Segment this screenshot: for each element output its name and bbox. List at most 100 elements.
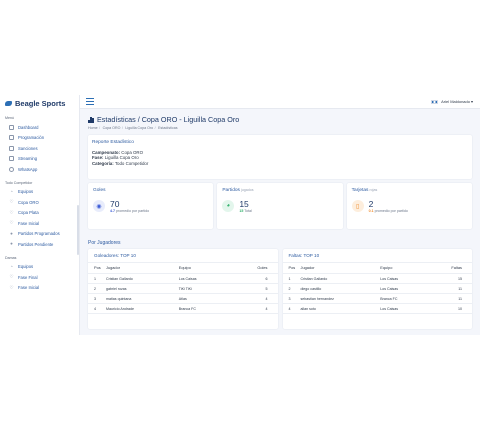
sidebar-section-label: Menú [5,116,14,120]
sidebar-item-label: Equipos [18,264,34,270]
topbar: Ariel Maldonado ▾ [80,95,480,109]
soccer-ball-icon: ◉ [93,200,105,212]
table-cell: diego castillo [300,283,381,294]
breadcrumb-copa-oro[interactable]: Copa ORO [103,126,121,130]
table-header-row: Pos Jugador Equipo Goles [88,262,278,274]
table-cell: 2 [88,283,106,294]
sidebar-item[interactable]: ◔ Equipos [0,262,79,273]
stat-subtext: 15 Total [239,208,252,213]
breadcrumb-home[interactable]: Home [88,126,98,130]
table-cell: gabriel rozas [106,283,179,294]
bar-chart-icon [88,116,94,123]
sidebar-item-label: Copa Plata [18,210,39,216]
faltas-card: Faltas: TOP 10 Pos Jugador Equipo Faltas 1 Cr… [282,248,472,329]
whatsapp-icon [9,166,14,172]
table-cell: 6 [225,273,278,284]
trophy-icon: ♡ [9,209,14,215]
table-cell: Los Caisas [178,273,225,284]
sidebar-item-label: WhatsApp [18,166,38,172]
trophy-icon: ♡ [9,284,14,290]
page-title-text: Estadísticas / Copa ORO - Liguilla Copa … [97,115,240,124]
sidebar-item-label: Programación [18,135,45,141]
faltas-title: Faltas: TOP 10 [282,253,472,263]
table-cell: 11 [422,293,472,304]
sidebar-item[interactable]: Dashboard [0,122,79,133]
stats-row: Goles ◉ 70 4.7 promedio por partido Part… [88,182,472,229]
sidebar-item-label: Copa ORO [18,199,39,205]
sidebar-item[interactable]: ♡ Fase Inicial [0,218,79,229]
stat-card: Tarjetasrojas ▯ 2 0.1 promedio por parti… [346,182,472,229]
table-cell: 4 [88,303,106,314]
table-header-row: Pos Jugador Equipo Faltas [282,262,472,274]
user-menu[interactable]: Ariel Maldonado ▾ [431,99,473,104]
stat-value: 70 [110,198,120,209]
sidebar-item[interactable]: Sanciones [0,143,79,154]
brand[interactable]: Beagle Sports [0,96,79,110]
trophy-icon: ♡ [9,199,14,204]
sidebar-item[interactable]: Programación [0,133,79,144]
sidebar-section-label: Todo Competidor [5,180,33,185]
dot-icon: ● [10,241,13,246]
report-title: Reporte Estadístico [92,139,134,145]
table-row[interactable]: 1 Cristian Gallardo Los Caisas 15 [282,273,472,284]
sidebar-item-label: Sanciones [18,145,38,151]
table-row[interactable]: 1 Cristian Gallardo Los Caisas 6 [88,273,278,284]
table-cell: 4 [225,303,278,314]
sidebar-item-label: Dashboard [18,124,39,130]
column-header[interactable]: Equipo [380,262,423,274]
table-cell: matias quintana [106,293,179,304]
sidebar-item[interactable]: ♡ Fase Inicial [0,283,79,294]
sidebar-item[interactable]: ◔ Equipos [0,187,79,198]
column-header[interactable]: Goles [225,262,278,274]
goleadores-table: Pos Jugador Equipo Goles 1 Cristian Gallardo L… [88,262,278,314]
table-cell: 15 [422,273,472,284]
hamburger-menu-icon[interactable] [86,98,94,105]
main-content: Estadísticas / Copa ORO - Liguilla Copa … [88,109,472,329]
goleadores-title: Goleadores: TOP 10 [88,253,278,263]
table-row[interactable]: 3 matias quintana Atlas 4 [88,293,278,304]
table-cell: sebastian hernandez [300,293,381,304]
sidebar-item[interactable]: ♡ Copa Plata [0,208,79,219]
page-title: Estadísticas / Copa ORO - Liguilla Copa … [88,115,472,124]
sidebar: Beagle Sports Menú Dashboard Programación S… [0,95,80,335]
card-icon: ▯ [351,200,364,212]
stat-card: Goles ◉ 70 4.7 promedio por partido [88,182,214,229]
sidebar-item[interactable]: ♡ Copa ORO [0,197,79,208]
column-header[interactable]: Pos [282,262,301,274]
breadcrumb-liguilla[interactable]: Liguilla Copa Oro [125,126,153,130]
app-frame: Beagle Sports Menú Dashboard Programación S… [0,95,480,335]
users-icon: ◔ [10,188,13,194]
sidebar-scrollbar[interactable] [77,205,79,255]
sidebar-item-label: Partidos Pendiente [18,241,54,247]
table-cell: 4 [282,303,301,314]
stat-value: 2 [368,198,374,209]
table-cell: Branca FC [178,303,225,314]
sidebar-item[interactable]: ● Partidos Programados [0,229,79,240]
sidebar-sections: Menú Dashboard Programación Sanciones Stream… [0,116,79,293]
table-row[interactable]: 4 Mauricio Andrade Branca FC 4 [88,303,278,314]
sidebar-item[interactable]: WhatsApp [0,164,79,175]
table-row[interactable]: 2 gabriel rozas TiKi TiKi 5 [88,283,278,294]
table-row[interactable]: 3 sebastian hernandez Branca FC 11 [282,293,472,304]
column-header[interactable]: Jugador [106,262,179,274]
sidebar-item-label: Partidos Programados [18,231,60,237]
table-row[interactable]: 4 allan soto Los Caisas 10 [282,303,472,314]
table-cell: 2 [282,283,301,294]
sidebar-item[interactable]: ♡ Fase Final [0,272,79,283]
stat-title: Tarjetasrojas [351,187,378,193]
column-header[interactable]: Jugador [300,262,381,274]
stat-title: Goles [93,187,106,193]
sidebar-item[interactable]: ● Partidos Pendiente [0,239,79,250]
sidebar-item[interactable]: Streaming [0,154,79,165]
dashboard-icon [9,124,14,130]
column-header[interactable]: Faltas [422,262,472,274]
column-header[interactable]: Pos [88,262,106,274]
trophy-icon: ♡ [9,220,14,225]
table-row[interactable]: 2 diego castillo Los Caisas 11 [282,283,472,294]
tables-row: Goleadores: TOP 10 Pos Jugador Equipo Goles… [88,248,472,329]
sanctions-icon [9,145,14,151]
table-cell: 10 [422,303,472,314]
chevron-down-icon: ▾ [470,99,473,104]
column-header[interactable]: Equipo [178,262,225,274]
breadcrumb: Home / Copa ORO / Liguilla Copa Oro / Estad… [88,125,178,130]
